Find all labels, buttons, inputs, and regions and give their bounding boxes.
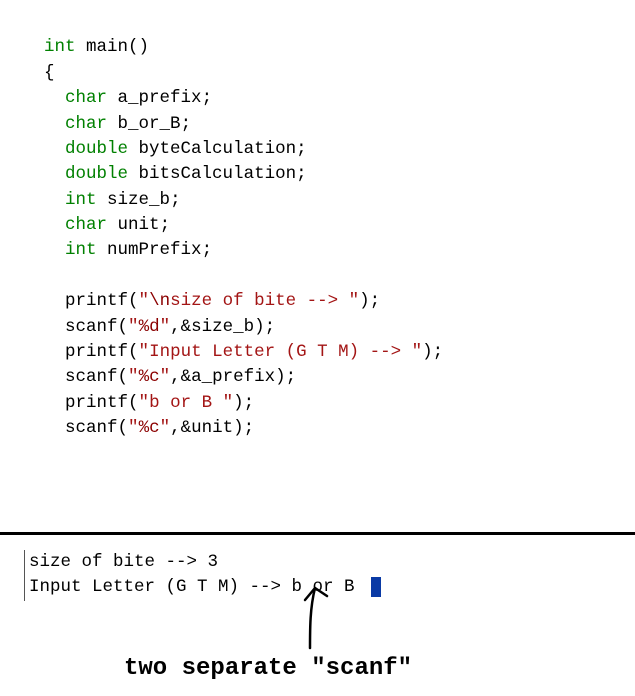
decl-a-prefix: char a_prefix; (65, 88, 212, 108)
page: int main() { char a_prefix; char b_or_B;… (0, 0, 635, 696)
brace-open: { (44, 63, 55, 83)
decl-b-or-B: char b_or_B; (65, 114, 191, 134)
decl-byteCalculation: double byteCalculation; (65, 139, 307, 159)
annotation-label: two separate "scanf" (124, 652, 412, 687)
stmt-scanf-3: scanf("%c",&unit); (65, 418, 254, 438)
decl-size-b: int size_b; (65, 190, 181, 210)
text-cursor-icon (371, 577, 381, 597)
decl-unit: char unit; (65, 215, 170, 235)
stmt-printf-2: printf("Input Letter (G T M) --> "); (65, 342, 443, 362)
code-line-1: int main() (44, 37, 149, 57)
console-line-1: size of bite --> 3 (29, 552, 218, 572)
stmt-scanf-2: scanf("%c",&a_prefix); (65, 367, 296, 387)
keyword-int: int (44, 37, 76, 57)
decl-bitsCalculation: double bitsCalculation; (65, 164, 307, 184)
code-block: int main() { char a_prefix; char b_or_B;… (44, 10, 443, 441)
divider (0, 532, 635, 535)
console-output: size of bite --> 3 Input Letter (G T M) … (24, 550, 381, 601)
console-line-2: Input Letter (G T M) --> b or B (29, 577, 365, 597)
identifier-main: main (86, 37, 128, 57)
decl-numPrefix: int numPrefix; (65, 240, 212, 260)
stmt-scanf-1: scanf("%d",&size_b); (65, 317, 275, 337)
stmt-printf-1: printf("\nsize of bite --> "); (65, 291, 380, 311)
stmt-printf-3: printf("b or B "); (65, 393, 254, 413)
